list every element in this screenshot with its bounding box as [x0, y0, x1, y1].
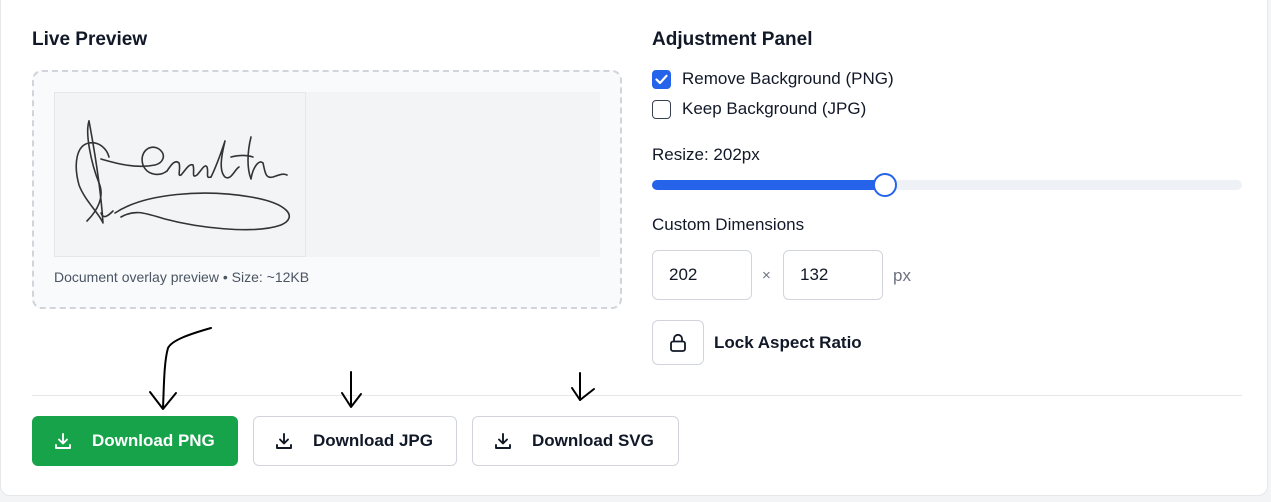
keep-background-label: Keep Background (JPG): [682, 99, 867, 118]
remove-background-option[interactable]: Remove Background (PNG): [652, 69, 894, 89]
download-jpg-label: Download JPG: [313, 431, 433, 450]
download-jpg-button[interactable]: Download JPG: [253, 416, 457, 466]
lock-icon: [670, 333, 686, 352]
lock-aspect-label: Lock Aspect Ratio: [714, 333, 862, 352]
resize-label: Resize: 202px: [652, 145, 760, 164]
divider: [32, 395, 1242, 396]
document-overlay-canvas: [54, 92, 600, 257]
adjustment-panel-title: Adjustment Panel: [652, 29, 813, 50]
download-icon: [53, 431, 73, 451]
live-preview-title: Live Preview: [32, 29, 148, 50]
signature-image: [54, 92, 306, 257]
download-svg-label: Download SVG: [532, 431, 654, 450]
remove-background-label: Remove Background (PNG): [682, 69, 894, 88]
slider-fill: [652, 180, 886, 190]
download-png-button[interactable]: Download PNG: [32, 416, 238, 466]
download-icon: [493, 431, 513, 451]
times-symbol: ×: [762, 267, 771, 284]
keep-background-checkbox[interactable]: [652, 99, 671, 119]
keep-background-option[interactable]: Keep Background (JPG): [652, 99, 866, 119]
slider-thumb[interactable]: [873, 173, 898, 197]
preview-dropzone: Document overlay preview • Size: ~12KB: [32, 70, 622, 309]
remove-background-checkbox[interactable]: [652, 69, 671, 89]
download-png-label: Download PNG: [92, 431, 215, 450]
preview-caption: Document overlay preview • Size: ~12KB: [54, 269, 310, 285]
download-icon: [274, 431, 294, 451]
height-input[interactable]: [783, 250, 883, 300]
checkmark-icon: [655, 74, 668, 84]
custom-dimensions-label: Custom Dimensions: [652, 215, 805, 234]
width-input[interactable]: [652, 250, 752, 300]
resize-slider[interactable]: [652, 173, 1242, 197]
download-svg-button[interactable]: Download SVG: [472, 416, 679, 466]
unit-label: px: [893, 266, 911, 285]
lock-aspect-button[interactable]: [652, 320, 704, 365]
